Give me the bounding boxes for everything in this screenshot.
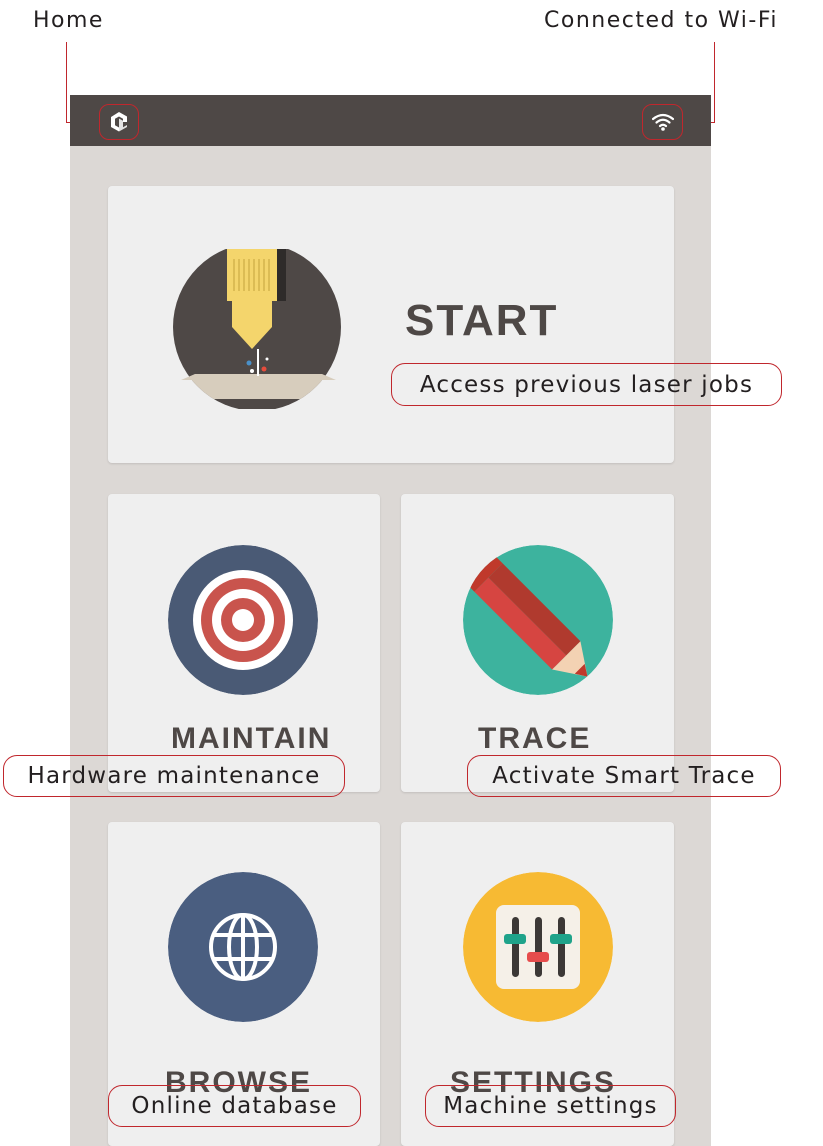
start-subtitle: Access previous laser jobs: [391, 363, 782, 406]
start-title: START: [405, 296, 559, 345]
trace-card[interactable]: TRACE: [401, 494, 674, 792]
target-icon: [168, 545, 318, 695]
maintain-title: MAINTAIN: [171, 722, 332, 755]
maintain-subtitle: Hardware maintenance: [3, 755, 345, 797]
wifi-annotation: Connected to Wi-Fi: [544, 8, 779, 33]
trace-title: TRACE: [478, 722, 592, 755]
start-card[interactable]: START: [108, 186, 674, 463]
trace-subtitle: Activate Smart Trace: [467, 755, 781, 797]
device-screen: START Access previous laser jobs MAINTAI…: [3, 95, 782, 1146]
pencil-icon: [463, 545, 613, 695]
home-logo-icon[interactable]: [99, 104, 139, 140]
status-bar: [70, 95, 711, 146]
globe-icon: [168, 872, 318, 1022]
home-annotation: Home: [33, 8, 104, 33]
maintain-card[interactable]: MAINTAIN: [108, 494, 380, 792]
laser-head-icon: [172, 243, 342, 411]
sliders-icon: [463, 872, 613, 1022]
browse-subtitle: Online database: [108, 1085, 361, 1127]
wifi-icon[interactable]: [642, 104, 683, 140]
settings-subtitle: Machine settings: [425, 1085, 676, 1127]
